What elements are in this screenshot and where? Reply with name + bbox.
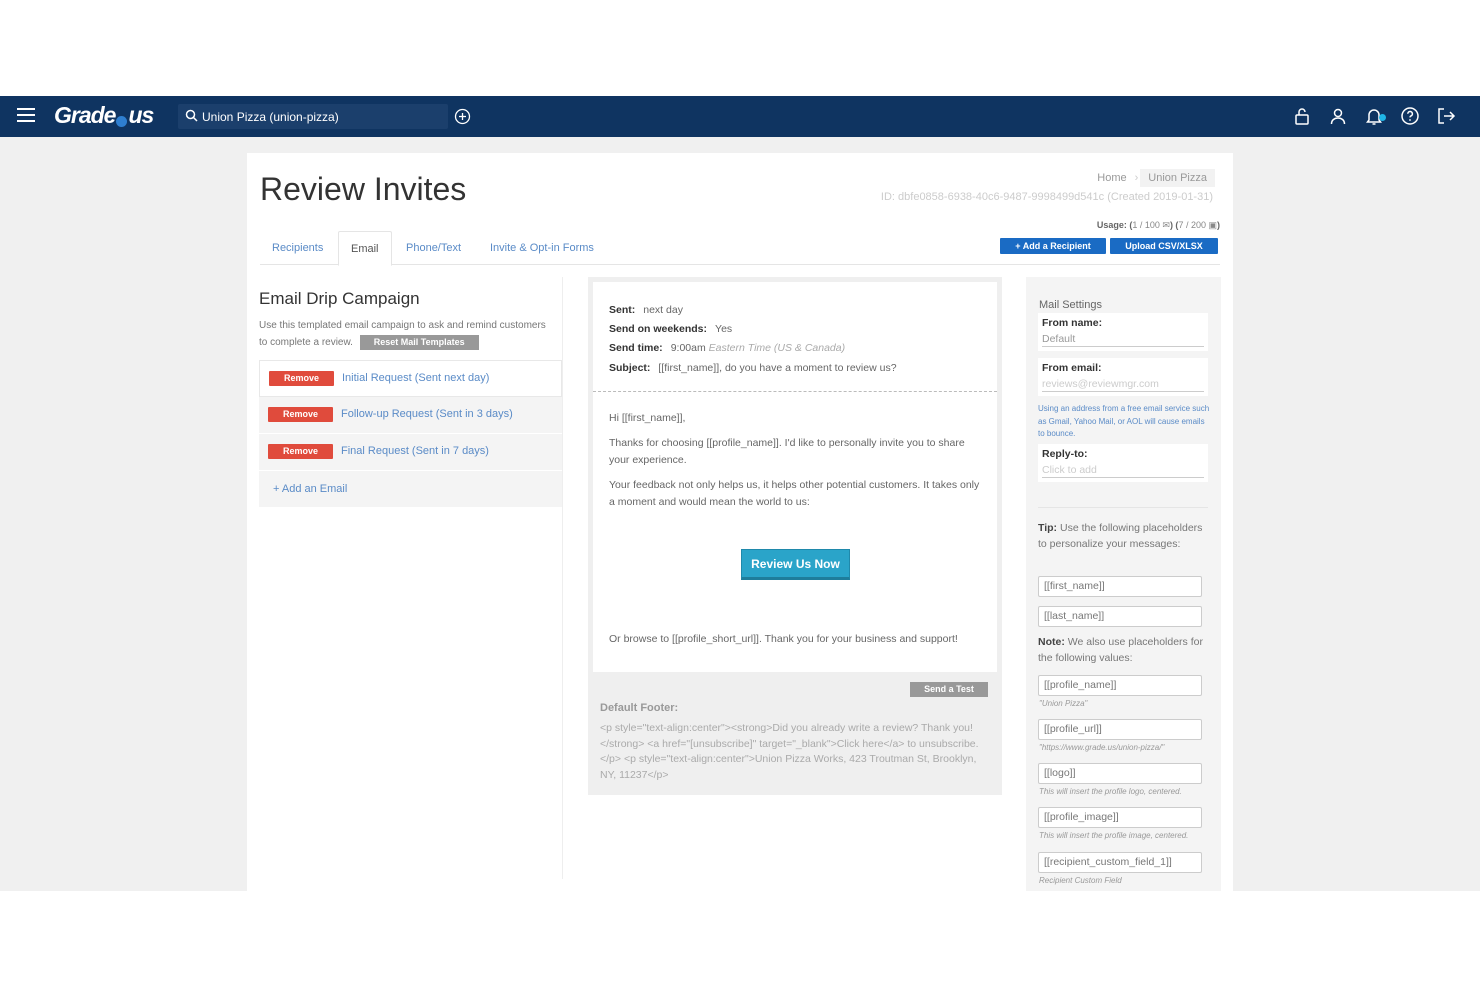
from-email-warning: Using an address from a free email servi… [1038,404,1210,438]
tab-bar: Recipients Email Phone/Text Invite & Opt… [260,231,1220,266]
from-email-value[interactable]: reviews@reviewmgr.com [1042,378,1204,392]
drip-email-list: Remove Initial Request (Sent next day) R… [259,360,562,507]
profile-search[interactable]: Union Pizza (union-pizza) [178,104,448,129]
from-name-label: From name: [1042,317,1103,329]
send-test-button[interactable]: Send a Test [910,682,988,697]
send-time-row: Send time: 9:00am Eastern Time (US & Cana… [609,342,846,354]
email-paragraph-1: Thanks for choosing [[profile_name]]. I'… [609,437,965,466]
from-email-field[interactable]: From email: reviews@reviewmgr.com [1038,358,1208,396]
placeholder-hint: "https://www.grade.us/union-pizza/" [1039,743,1165,752]
reset-templates-button[interactable]: Reset Mail Templates [359,334,479,350]
settings-divider [1038,507,1208,508]
from-email-label: From email: [1042,362,1102,374]
breadcrumb-home[interactable]: Home [1091,169,1132,187]
mail-settings-panel: Mail Settings From name: Default From em… [1026,277,1221,891]
email-paragraph-2: Your feedback not only helps us, it help… [609,479,980,508]
breadcrumb-current: Union Pizza [1140,169,1215,187]
sms-usage-icon: ▣ [1208,220,1217,230]
drip-campaign-description: Use this templated email campaign to ask… [259,320,546,350]
reply-to-value[interactable]: Click to add [1042,464,1204,478]
menu-icon[interactable] [17,108,35,124]
usage-email-count: 1 / 100 [1132,220,1160,230]
review-us-now-button[interactable]: Review Us Now [741,549,850,580]
notification-dot-icon [1379,114,1386,121]
default-footer-label: Default Footer: [600,702,679,714]
logout-icon[interactable] [1436,106,1456,126]
email-greeting: Hi [[first_name]], [609,412,686,424]
page-title: Review Invites [260,171,467,207]
header-divider [593,391,997,392]
search-icon [185,109,198,122]
remove-email-button[interactable]: Remove [268,444,333,459]
note-text: Note: We also use placeholders for the f… [1038,636,1203,664]
usage-prefix: Usage: ( [1096,220,1133,230]
placeholder-hint: Recipient Custom Field [1039,876,1122,885]
weekends-row: Send on weekends: Yes [609,323,733,335]
column-divider [562,277,563,879]
user-icon[interactable] [1328,106,1348,126]
search-value: Union Pizza (union-pizza) [202,110,339,124]
placeholder-hint: This will insert the profile logo, cente… [1039,787,1182,796]
placeholder-hint: "Union Pizza" [1039,699,1088,708]
email-preview[interactable]: Sent: next day Send on weekends: Yes Send … [593,282,997,672]
tip-text: Tip: Use the following placeholders to p… [1038,522,1203,550]
placeholder-profile-image[interactable]: [[profile_image]] [1038,807,1202,828]
logo-dot-icon [116,116,128,127]
placeholder-profile-url[interactable]: [[profile_url]] [1038,719,1202,740]
top-nav-bar: Grade us Union Pizza (union-pizza) [0,96,1480,137]
from-name-value[interactable]: Default [1042,333,1204,347]
breadcrumb: Home › Union Pizza [1091,169,1215,187]
help-icon[interactable] [1400,106,1420,126]
tab-recipients[interactable]: Recipients [260,231,335,265]
usage-suffix: ) [1217,220,1220,230]
drip-campaign-title: Email Drip Campaign [259,289,420,308]
placeholder-profile-name[interactable]: [[profile_name]] [1038,675,1202,696]
reply-to-field[interactable]: Reply-to: Click to add [1038,444,1208,482]
email-preview-panel: Sent: next day Send on weekends: Yes Send … [588,277,1002,795]
remove-email-button[interactable]: Remove [268,407,333,422]
drip-email-item[interactable]: Remove Initial Request (Sent next day) [259,360,562,397]
subject-row: Subject: [[first_name]], do you have a mo… [609,362,897,374]
tab-email[interactable]: Email [338,231,392,266]
app-logo[interactable]: Grade us [54,102,154,129]
default-footer-code[interactable]: <p style="text-align:center"><strong>Did… [600,721,980,783]
placeholder-logo[interactable]: [[logo]] [1038,763,1202,784]
breadcrumb-separator-icon: › [1134,172,1139,184]
mail-settings-title: Mail Settings [1039,299,1102,311]
tab-invite-forms[interactable]: Invite & Opt-in Forms [478,231,606,265]
tab-phone-text[interactable]: Phone/Text [394,231,473,265]
placeholder-last-name[interactable]: [[last_name]] [1038,606,1202,627]
email-usage-icon: ✉ [1162,220,1170,230]
notifications[interactable] [1364,106,1386,126]
profile-id-line: ID: dbfe0858-6938-40c6-9487-9998499d541c… [880,191,1213,203]
email-closing: Or browse to [[profile_short_url]]. Than… [609,633,958,645]
from-name-field[interactable]: From name: Default [1038,313,1208,351]
placeholder-first-name[interactable]: [[first_name]] [1038,576,1202,597]
drip-email-item[interactable]: Remove Follow-up Request (Sent in 3 days… [259,397,562,434]
drip-email-label[interactable]: Initial Request (Sent next day) [342,372,489,384]
reply-to-label: Reply-to: [1042,448,1088,460]
remove-email-button[interactable]: Remove [269,371,334,386]
add-email-link[interactable]: + Add an Email [259,471,562,507]
placeholder-hint: This will insert the profile image, cent… [1039,831,1189,840]
sent-row: Sent: next day [609,304,683,316]
drip-campaign-panel: Email Drip Campaign Use this templated e… [259,277,562,507]
usage-sms-count: 7 / 200 [1178,220,1206,230]
drip-email-label[interactable]: Final Request (Sent in 7 days) [341,445,489,457]
placeholder-custom-field[interactable]: [[recipient_custom_field_1]] [1038,852,1202,873]
add-profile-icon[interactable] [454,108,471,125]
drip-email-label[interactable]: Follow-up Request (Sent in 3 days) [341,408,513,420]
lock-icon[interactable] [1292,106,1312,126]
usage-counter: Usage: (1 / 100 ✉) (7 / 200 ▣) [1097,220,1220,231]
main-card: Review Invites Home › Union Pizza ID: db… [247,153,1233,891]
drip-email-item[interactable]: Remove Final Request (Sent in 7 days) [259,434,562,471]
